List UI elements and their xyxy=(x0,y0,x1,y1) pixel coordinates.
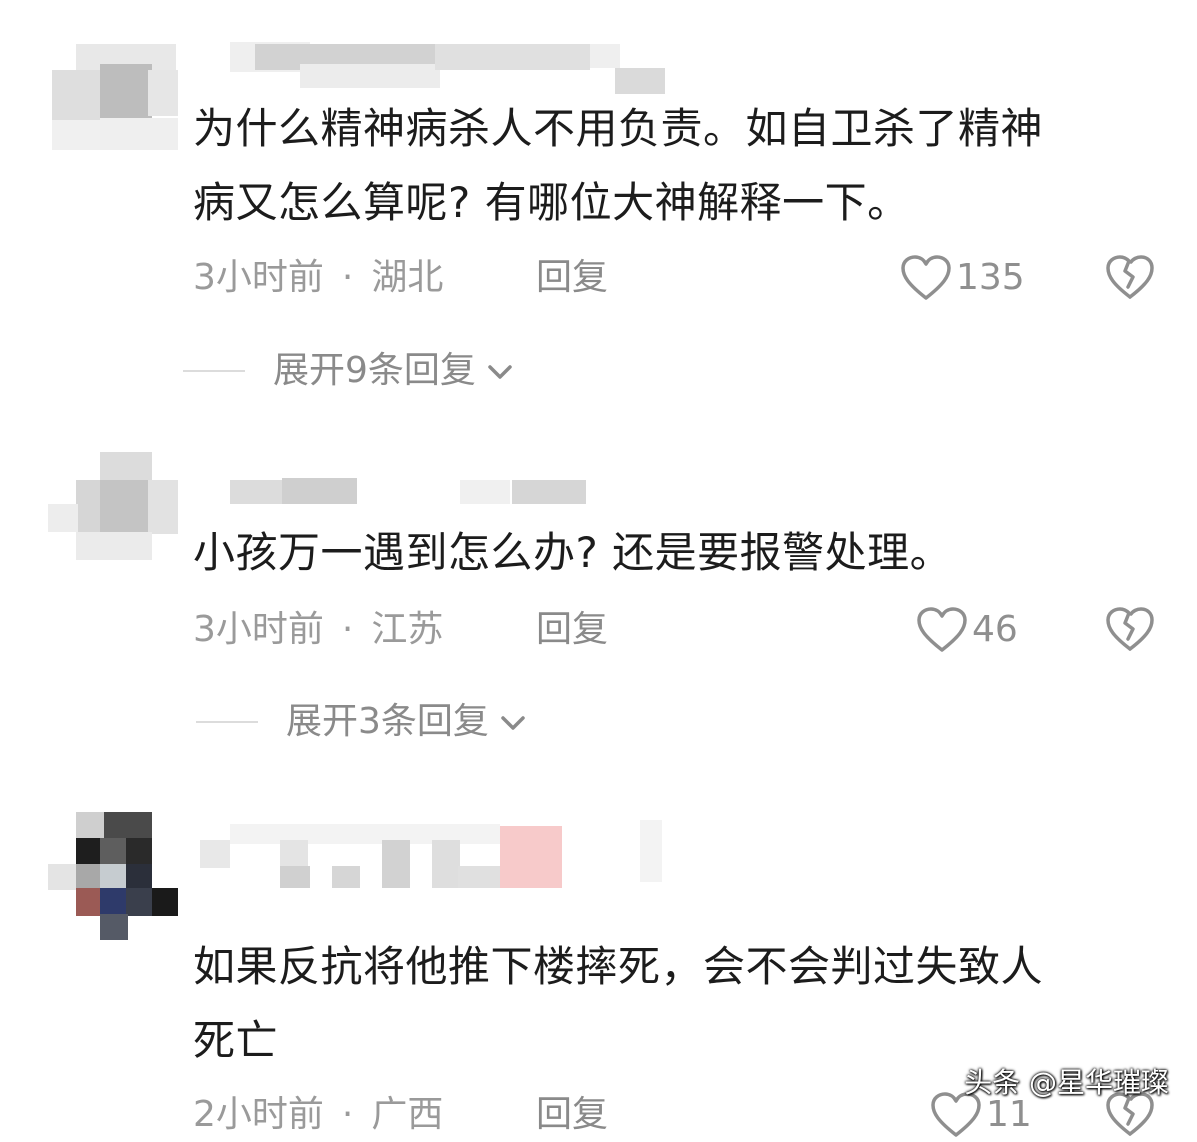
comment-meta: 3小时前 · 湖北 回复 xyxy=(193,253,608,303)
like-count: 135 xyxy=(956,257,1025,298)
like-count: 46 xyxy=(972,609,1018,650)
comment-meta: 2小时前 · 广西 回复 xyxy=(193,1090,608,1140)
divider xyxy=(183,370,245,372)
comment-text: 小孩万一遇到怎么办? 还是要报警处理。 xyxy=(193,516,952,590)
comment-meta: 3小时前 · 江苏 回复 xyxy=(193,605,608,655)
chevron-down-icon xyxy=(501,716,525,730)
meta-separator: · xyxy=(341,1094,354,1135)
divider xyxy=(196,721,258,723)
username-blurred[interactable] xyxy=(200,818,670,894)
comment-location: 广西 xyxy=(371,1094,444,1135)
comment-time: 2小时前 xyxy=(193,1094,324,1135)
expand-replies-label: 展开9条回复 xyxy=(273,350,476,391)
like-button[interactable]: 135 xyxy=(900,253,1025,303)
heart-outline-icon xyxy=(901,255,951,300)
comment-time: 3小时前 xyxy=(193,257,324,298)
meta-separator: · xyxy=(341,609,354,650)
meta-separator: · xyxy=(341,257,354,298)
comment-text: 如果反抗将他推下楼摔死，会不会判过失致人 死亡 xyxy=(193,930,1043,1078)
comment-text-line: 病又怎么算呢? 有哪位大神解释一下。 xyxy=(193,178,910,227)
username-blurred[interactable] xyxy=(230,478,590,508)
comment-text-line: 为什么精神病杀人不用负责。如自卫杀了精神 xyxy=(193,104,1044,153)
avatar[interactable] xyxy=(48,812,178,942)
expand-replies-button[interactable]: 展开3条回复 xyxy=(196,697,531,747)
reply-button[interactable]: 回复 xyxy=(536,253,608,303)
comment-time: 3小时前 xyxy=(193,609,324,650)
dislike-button[interactable] xyxy=(1105,253,1155,303)
expand-replies-label: 展开3条回复 xyxy=(286,701,489,742)
avatar[interactable] xyxy=(48,452,178,582)
comment-text-line: 如果反抗将他推下楼摔死，会不会判过失致人 xyxy=(193,942,1044,991)
comment-location: 湖北 xyxy=(371,257,444,298)
expand-replies-button[interactable]: 展开9条回复 xyxy=(183,346,518,396)
comment-text-line: 死亡 xyxy=(193,1016,279,1065)
comment-text-line: 小孩万一遇到怎么办? 还是要报警处理。 xyxy=(193,528,953,577)
like-button[interactable]: 46 xyxy=(916,605,1018,655)
reply-button[interactable]: 回复 xyxy=(536,605,608,655)
comment-text: 为什么精神病杀人不用负责。如自卫杀了精神 病又怎么算呢? 有哪位大神解释一下。 xyxy=(193,92,1043,240)
reply-button[interactable]: 回复 xyxy=(536,1090,608,1140)
watermark: 头条 @星华璀璨 xyxy=(964,1066,1169,1099)
dislike-button[interactable] xyxy=(1105,605,1155,655)
avatar[interactable] xyxy=(48,40,178,170)
comment-location: 江苏 xyxy=(371,609,444,650)
broken-heart-icon xyxy=(1106,255,1154,299)
username-blurred[interactable] xyxy=(230,42,670,94)
chevron-down-icon xyxy=(488,365,512,379)
broken-heart-icon xyxy=(1106,607,1154,651)
heart-outline-icon xyxy=(917,607,967,652)
